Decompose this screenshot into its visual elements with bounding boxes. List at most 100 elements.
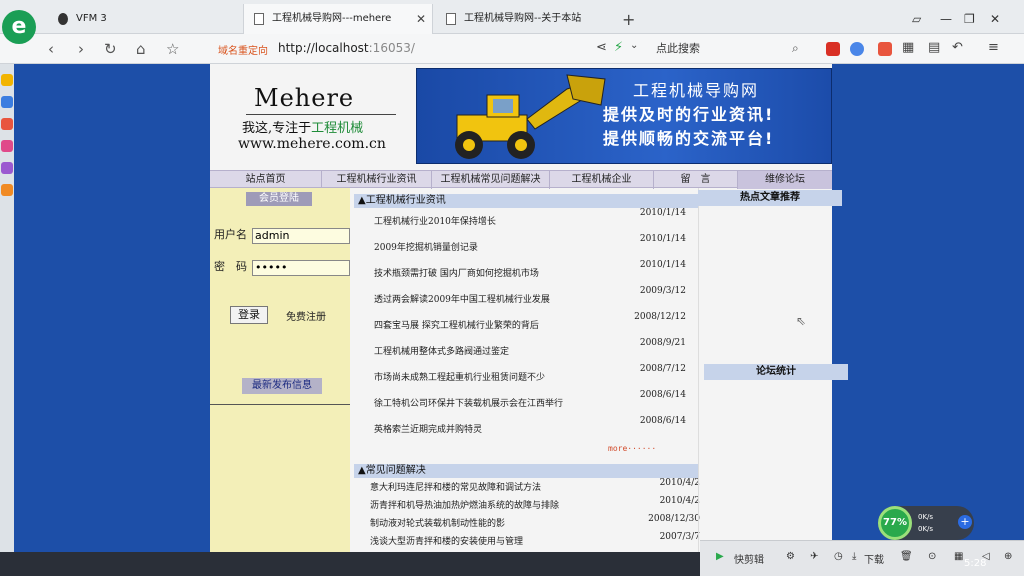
tool-icon[interactable] xyxy=(1,162,13,174)
download-label[interactable]: 下载 xyxy=(864,551,884,566)
close-window-icon[interactable]: ✕ xyxy=(990,12,1000,26)
password-input[interactable]: ••••• xyxy=(252,260,350,276)
news-title[interactable]: 四套宝马展 探究工程机械行业繁荣的背后 xyxy=(374,318,539,331)
shop-icon[interactable] xyxy=(1,184,13,196)
undo-icon[interactable]: ↶ xyxy=(952,40,963,55)
news-date: 2009/3/12 xyxy=(639,286,686,296)
faq-title[interactable]: 沥青拌和机导热油加热炉燃油系统的故障与排除 xyxy=(370,498,559,511)
settings-icon[interactable]: ⊙ xyxy=(928,551,936,562)
close-tab-icon[interactable]: ✕ xyxy=(416,4,426,34)
news-section-title: ▲工程机械行业资讯 xyxy=(354,194,698,208)
faq-title[interactable]: 意大利玛连尼拌和楼的常见故障和调试方法 xyxy=(370,480,541,493)
home-icon[interactable]: ⌂ xyxy=(136,40,146,58)
brand-title: Mehere xyxy=(254,84,355,112)
forum-stats-title: 论坛统计 xyxy=(704,364,848,380)
sync-icon[interactable]: ⚙ xyxy=(786,551,795,562)
refresh-icon[interactable]: ↻ xyxy=(104,40,117,58)
favorite-star-icon[interactable]: ☆ xyxy=(166,40,179,58)
forward-icon[interactable]: › xyxy=(78,40,84,58)
brand-divider xyxy=(246,114,396,115)
grid-icon[interactable]: ▦ xyxy=(954,551,963,562)
list-item[interactable]: 浅谈大型沥青拌和楼的安装使用与管理 2007/3/7 xyxy=(360,532,700,550)
web-page: Mehere 我这,专注于工程机械 www.mehere.com.cn 工程机械… xyxy=(14,64,1024,552)
menu-industry-news[interactable]: 工程机械行业资讯 xyxy=(322,171,432,189)
news-date: 2008/7/12 xyxy=(639,364,686,374)
new-tab-button[interactable]: + xyxy=(622,10,635,29)
chevron-down-icon[interactable]: ⌄ xyxy=(630,40,638,51)
news-title[interactable]: 市场尚未成熟工程起重机行业租赁问题不少 xyxy=(374,370,545,383)
mail-icon[interactable] xyxy=(1,96,13,108)
extension-tv-icon[interactable] xyxy=(878,42,892,56)
news-title[interactable]: 徐工特机公司环保井下装载机展示会在江西举行 xyxy=(374,396,563,409)
site-brand: Mehere 我这,专注于工程机械 www.mehere.com.cn xyxy=(220,64,410,164)
page-icon xyxy=(446,13,456,25)
username-label: 用户名 xyxy=(214,228,247,241)
username-input[interactable]: admin xyxy=(252,228,350,244)
extension-blue-icon[interactable] xyxy=(850,42,864,56)
news-title[interactable]: 英格索兰近期完成并购特灵 xyxy=(374,422,482,435)
pin-icon[interactable]: ✈ xyxy=(810,551,818,562)
back-icon[interactable]: ‹ xyxy=(48,40,54,58)
minimize-icon[interactable]: — xyxy=(940,12,952,26)
search-icon[interactable]: ⌕ xyxy=(792,41,799,56)
more-link[interactable]: more······ xyxy=(608,444,656,453)
menu-companies[interactable]: 工程机械企业 xyxy=(550,171,654,189)
list-item[interactable]: 意大利玛连尼拌和楼的常见故障和调试方法 2010/4/2 xyxy=(360,478,700,496)
brand-site-url: www.mehere.com.cn xyxy=(238,136,386,152)
tab-vfm[interactable]: VFM 3 xyxy=(48,4,238,34)
faq-date: 2008/12/30 xyxy=(648,514,700,524)
latest-info-button[interactable]: 最新发布信息 xyxy=(242,378,322,394)
news-title[interactable]: 透过两会解读2009年中国工程机械行业发展 xyxy=(374,292,550,305)
list-item[interactable]: 制动液对轮式装载机制动性能的影 2008/12/30 xyxy=(360,514,700,532)
tab-mehere[interactable]: 工程机械导购网---mehere ✕ xyxy=(243,4,433,34)
menu-message[interactable]: 留 言 xyxy=(654,171,738,189)
url-port: :16053/ xyxy=(368,41,415,55)
history-icon[interactable]: ◷ xyxy=(834,551,843,562)
login-button[interactable]: 登录 xyxy=(230,306,268,324)
menu-home[interactable]: 站点首页 xyxy=(210,171,322,189)
network-monitor[interactable]: 77% 0K/s 0K/s + xyxy=(878,506,974,540)
faq-title[interactable]: 制动液对轮式装载机制动性能的影 xyxy=(370,516,505,529)
banner-line-3: 提供顺畅的交流平台! xyxy=(603,129,775,148)
download-icon[interactable]: ⤓ xyxy=(852,551,856,562)
add-icon[interactable]: + xyxy=(958,515,972,529)
zoom-icon[interactable]: ⊕ xyxy=(1004,551,1012,562)
url-field[interactable]: http://localhost:16053/ xyxy=(278,41,415,55)
tab-about[interactable]: 工程机械导购网--关于本站 xyxy=(436,4,616,34)
side-rail xyxy=(0,64,14,576)
lightning-icon[interactable]: ⚡ xyxy=(614,40,623,55)
tab-bar: VFM 3 工程机械导购网---mehere ✕ 工程机械导购网--关于本站 +… xyxy=(0,0,1024,34)
news-title[interactable]: 工程机械行业2010年保持增长 xyxy=(374,214,496,227)
quick-edit-icon[interactable]: ▶ xyxy=(716,551,724,562)
restore-icon[interactable]: ❐ xyxy=(964,12,975,26)
news-date: 2008/6/14 xyxy=(639,416,686,426)
skin-icon[interactable]: ▱ xyxy=(912,12,921,26)
slogan-prefix: 我这,专注于 xyxy=(242,121,312,136)
menu-forum[interactable]: 维修论坛 xyxy=(738,171,832,189)
news-title[interactable]: 2009年挖掘机销量创记录 xyxy=(374,240,478,253)
share-icon[interactable]: ⋖ xyxy=(596,40,607,55)
extension-red-icon[interactable] xyxy=(826,42,840,56)
menu-icon[interactable]: ≡ xyxy=(988,40,999,55)
banner-line-2: 提供及时的行业资讯! xyxy=(603,105,775,124)
os-bottom-area xyxy=(0,552,700,576)
faq-date: 2007/3/7 xyxy=(659,532,700,542)
news-title[interactable]: 技术瓶颈需打破 国内厂商如何挖掘机市场 xyxy=(374,266,539,279)
hot-articles-title: 热点文章推荐 xyxy=(698,190,842,206)
game-icon[interactable] xyxy=(1,140,13,152)
search-input[interactable]: 点此搜索 xyxy=(656,40,808,58)
tab-label: 工程机械导购网--关于本站 xyxy=(464,13,582,24)
download-speed: 0K/s xyxy=(918,525,934,533)
video-icon[interactable] xyxy=(1,118,13,130)
register-link[interactable]: 免费注册 xyxy=(286,308,326,323)
file-icon[interactable]: ▤ xyxy=(928,40,940,55)
apps-icon[interactable]: ▦ xyxy=(902,40,914,55)
brand-slogan: 我这,专注于工程机械 xyxy=(242,117,363,136)
quick-edit-label[interactable]: 快剪辑 xyxy=(734,551,764,566)
menu-faq[interactable]: 工程机械常见问题解决 xyxy=(432,171,550,189)
trash-icon[interactable]: 🗑 xyxy=(900,551,913,562)
list-item[interactable]: 沥青拌和机导热油加热炉燃油系统的故障与排除 2010/4/2 xyxy=(360,496,700,514)
news-title[interactable]: 工程机械用整体式多路阀通过鉴定 xyxy=(374,344,509,357)
faq-title[interactable]: 浅谈大型沥青拌和楼的安装使用与管理 xyxy=(370,534,523,547)
favorite-icon[interactable] xyxy=(1,74,13,86)
